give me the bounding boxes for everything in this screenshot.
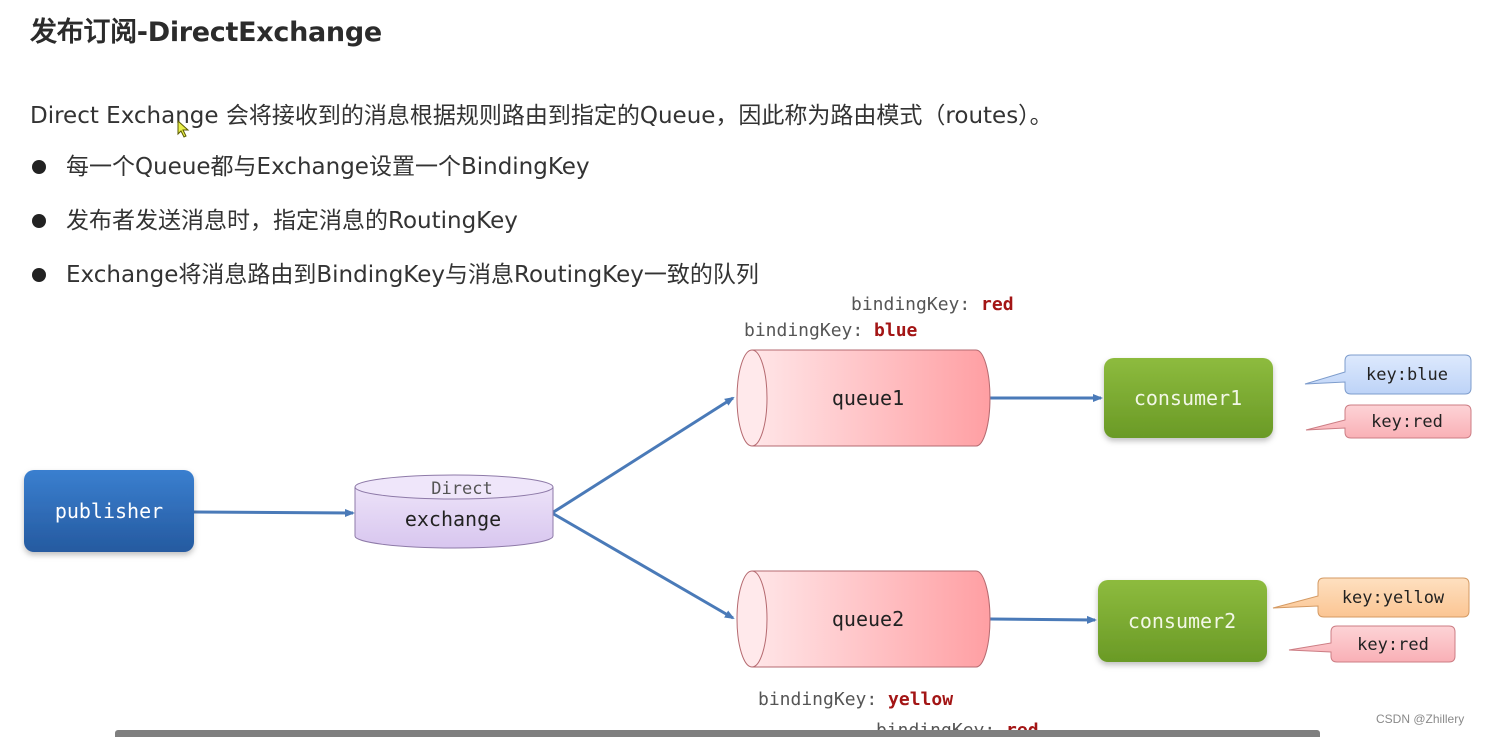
- key-label: key:red: [1371, 412, 1443, 432]
- watermark: CSDN @Zhillery: [1376, 712, 1465, 726]
- publisher-label: publisher: [55, 499, 163, 523]
- arrow-queue2-to-consumer2: [989, 615, 1097, 624]
- binding-key-value: red: [981, 294, 1014, 315]
- arrow-publisher-to-exchange: [193, 508, 355, 517]
- key-label: key:yellow: [1342, 588, 1445, 608]
- queue2-label: queue2: [832, 607, 904, 631]
- key-label: key:red: [1357, 635, 1429, 655]
- consumer1-label: consumer1: [1134, 386, 1242, 410]
- binding-key-prefix: bindingKey:: [851, 294, 981, 315]
- key-label: key:blue: [1366, 365, 1448, 385]
- arrow-exchange-to-queue2: [551, 511, 735, 620]
- consumer2-label: consumer2: [1128, 609, 1236, 633]
- arrow-exchange-to-queue1: [551, 396, 735, 515]
- binding-key-label: bindingKey: blue: [744, 320, 918, 341]
- exchange-label: exchange: [405, 507, 501, 531]
- horizontal-scrollbar[interactable]: [115, 730, 1320, 737]
- binding-key-prefix: bindingKey:: [758, 689, 888, 710]
- binding-key-prefix: bindingKey:: [744, 320, 874, 341]
- binding-key-label: bindingKey: yellow: [758, 689, 953, 710]
- binding-key-value: yellow: [888, 689, 953, 710]
- mouse-cursor-icon: [177, 120, 190, 138]
- queue1-label: queue1: [832, 386, 904, 410]
- binding-key-value: blue: [874, 320, 918, 341]
- direct-exchange-diagram: publisher Direct exchange bindingKey: re…: [24, 294, 1472, 737]
- binding-key-label: bindingKey: red: [851, 294, 1014, 315]
- exchange-type-label: Direct: [431, 479, 492, 499]
